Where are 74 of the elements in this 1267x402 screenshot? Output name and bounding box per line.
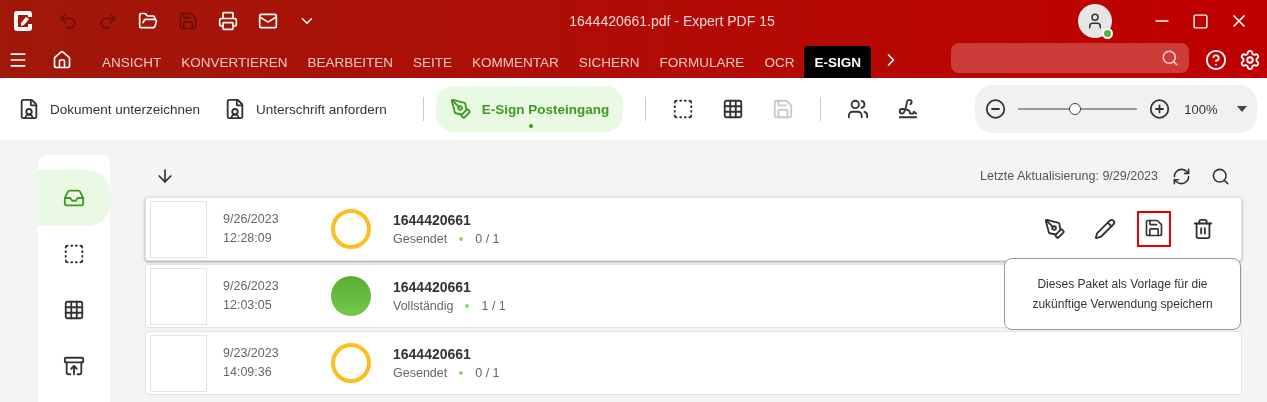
archive-icon bbox=[63, 355, 85, 377]
inbox-tab[interactable] bbox=[38, 170, 110, 226]
user-avatar[interactable] bbox=[1078, 4, 1112, 38]
package-time: 12:28:09 bbox=[223, 230, 273, 247]
document-thumbnail bbox=[150, 334, 207, 392]
tooltip: Dieses Paket als Vorlage für die zukünftige Verwendung speichern bbox=[1004, 258, 1241, 330]
package-name: 1644420661 bbox=[393, 346, 472, 362]
package-date: 9/26/2023 bbox=[223, 278, 280, 295]
dashed-square-icon bbox=[672, 98, 695, 120]
inbox-icon bbox=[63, 187, 85, 209]
dashed-square-icon bbox=[63, 243, 85, 265]
package-date: 9/23/2023 bbox=[223, 345, 280, 362]
zoom-in-icon[interactable] bbox=[1149, 98, 1171, 120]
ribbon-tab[interactable]: SICHERN bbox=[568, 46, 650, 78]
ribbon-tab[interactable]: OCR bbox=[754, 46, 805, 78]
toolbar-button[interactable]: E-Sign Posteingang bbox=[435, 86, 624, 132]
package-row[interactable]: 9/23/2023 14:09:36 1644420661 Gesendet 0 / 1 bbox=[145, 331, 1242, 395]
save-template-button[interactable] bbox=[1137, 211, 1171, 247]
search-field[interactable] bbox=[950, 43, 1189, 73]
package-row[interactable]: 9/26/2023 12:28:09 1644420661 Gesendet 0 / 1 bbox=[145, 197, 1242, 261]
search-icon[interactable] bbox=[1211, 166, 1230, 186]
pencil-icon bbox=[1094, 218, 1116, 240]
package-status: Gesendet bbox=[393, 232, 448, 246]
app-logo-icon[interactable] bbox=[12, 9, 34, 33]
dotted-grid-icon bbox=[63, 299, 85, 321]
package-name: 1644420661 bbox=[393, 212, 472, 228]
document-user-icon bbox=[18, 98, 40, 120]
pen-nib-icon bbox=[449, 98, 472, 120]
save-icon bbox=[1144, 218, 1164, 238]
ribbon-tab[interactable]: E-SIGN bbox=[804, 46, 871, 78]
toolbar-button[interactable]: Unterschrift anfordern bbox=[224, 86, 401, 132]
last-update-text: Letzte Aktualisierung: 9/29/2023 bbox=[980, 169, 1158, 183]
menu-icon[interactable] bbox=[8, 50, 28, 70]
document-thumbnail bbox=[150, 200, 207, 258]
printer-icon[interactable] bbox=[218, 11, 238, 31]
person-icon bbox=[1086, 12, 1104, 30]
open-folder-icon[interactable] bbox=[138, 11, 158, 31]
ribbon-tab[interactable]: KONVERTIEREN bbox=[171, 46, 298, 78]
zoom-value: 100% bbox=[1184, 101, 1218, 117]
users-icon bbox=[847, 98, 870, 120]
toolbar-button[interactable]: Dokument unterzeichnen bbox=[18, 86, 215, 132]
dropdown-caret-icon[interactable] bbox=[1237, 106, 1247, 112]
settings-icon[interactable] bbox=[1239, 49, 1261, 71]
ribbon-tab[interactable]: FORMULARE bbox=[649, 46, 755, 78]
slider-thumb[interactable] bbox=[1069, 103, 1082, 115]
package-status: Vollständig bbox=[393, 299, 454, 313]
dotted-grid-icon bbox=[722, 98, 745, 120]
mail-icon[interactable] bbox=[258, 11, 278, 31]
separator-dot bbox=[459, 237, 464, 241]
ribbon-tab[interactable]: SEITE bbox=[403, 46, 463, 78]
package-date: 9/26/2023 bbox=[223, 211, 280, 228]
home-icon[interactable] bbox=[52, 50, 72, 70]
ribbon-tab[interactable]: KOMMENTAR bbox=[462, 46, 569, 78]
separator-dot bbox=[459, 371, 464, 375]
trash-icon bbox=[1192, 218, 1214, 240]
document-thumbnail bbox=[150, 267, 207, 325]
help-icon[interactable] bbox=[1205, 49, 1227, 71]
ribbon-tab[interactable]: ANSICHT bbox=[92, 46, 172, 78]
package-time: 14:09:36 bbox=[223, 364, 273, 381]
separator-dot bbox=[465, 304, 470, 308]
maximize-icon[interactable] bbox=[1192, 12, 1209, 30]
pen-nib-icon bbox=[1044, 218, 1066, 240]
zoom-out-icon[interactable] bbox=[985, 98, 1007, 120]
signature-count: 0 / 1 bbox=[475, 232, 500, 246]
signature-icon bbox=[897, 98, 920, 120]
signature-count: 1 / 1 bbox=[481, 299, 506, 313]
window-title: 1644420661.pdf - Expert PDF 15 bbox=[569, 13, 775, 29]
refresh-icon[interactable] bbox=[1172, 166, 1191, 186]
save-icon bbox=[772, 98, 795, 120]
package-time: 12:03:05 bbox=[223, 297, 273, 314]
signature-count: 0 / 1 bbox=[475, 366, 500, 380]
package-status: Gesendet bbox=[393, 366, 448, 380]
ribbon-tab[interactable]: BEARBEITEN bbox=[297, 46, 404, 78]
package-name: 1644420661 bbox=[393, 279, 472, 295]
